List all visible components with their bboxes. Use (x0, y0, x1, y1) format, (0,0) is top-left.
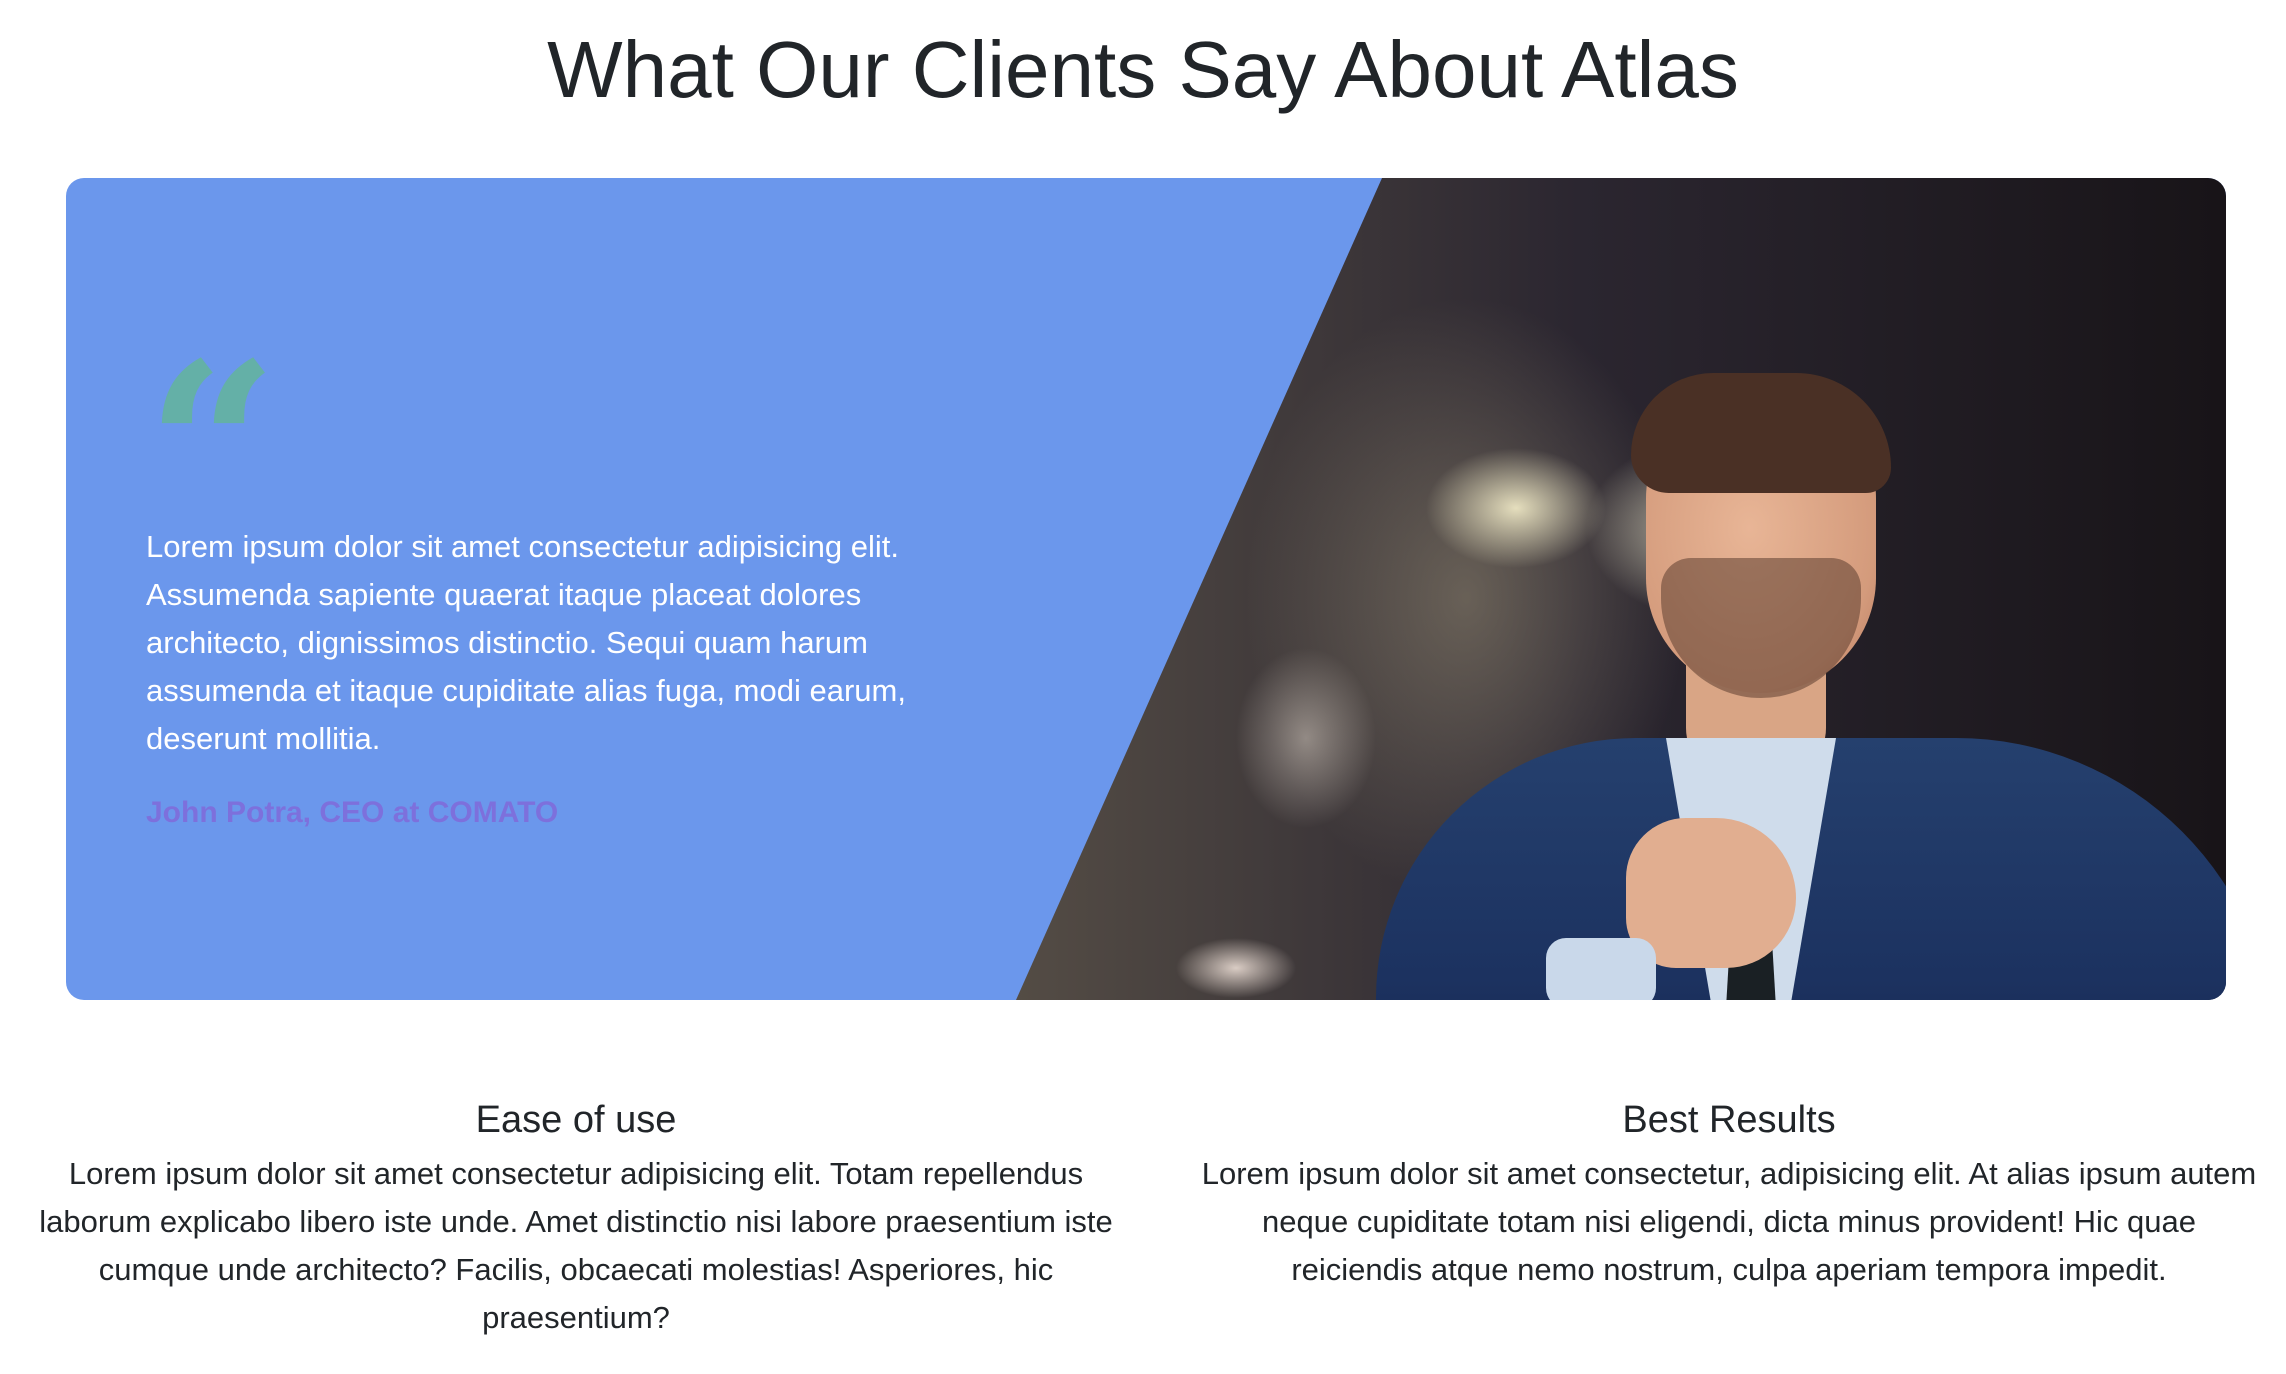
feature-best-results: Best Results Lorem ipsum dolor sit amet … (1200, 1090, 2258, 1294)
testimonial-card: “ Lorem ipsum dolor sit amet consectetur… (66, 178, 2226, 1000)
portrait-cuff (1546, 938, 1656, 1000)
feature-title: Best Results (1622, 1099, 1836, 1141)
feature-text: Lorem ipsum dolor sit amet consectetur, … (1201, 1156, 2257, 1287)
page-title: What Our Clients Say About Atlas (547, 25, 1739, 114)
feature-ease-of-use: Ease of use Lorem ipsum dolor sit amet c… (30, 1090, 1122, 1342)
portrait-hair (1631, 373, 1891, 493)
testimonial-text: Lorem ipsum dolor sit amet consectetur a… (146, 529, 906, 756)
feature-text: Lorem ipsum dolor sit amet consectetur a… (39, 1156, 1113, 1335)
testimonial-author: John Potra, CEO at COMATO (146, 796, 559, 829)
feature-title: Ease of use (475, 1099, 677, 1141)
